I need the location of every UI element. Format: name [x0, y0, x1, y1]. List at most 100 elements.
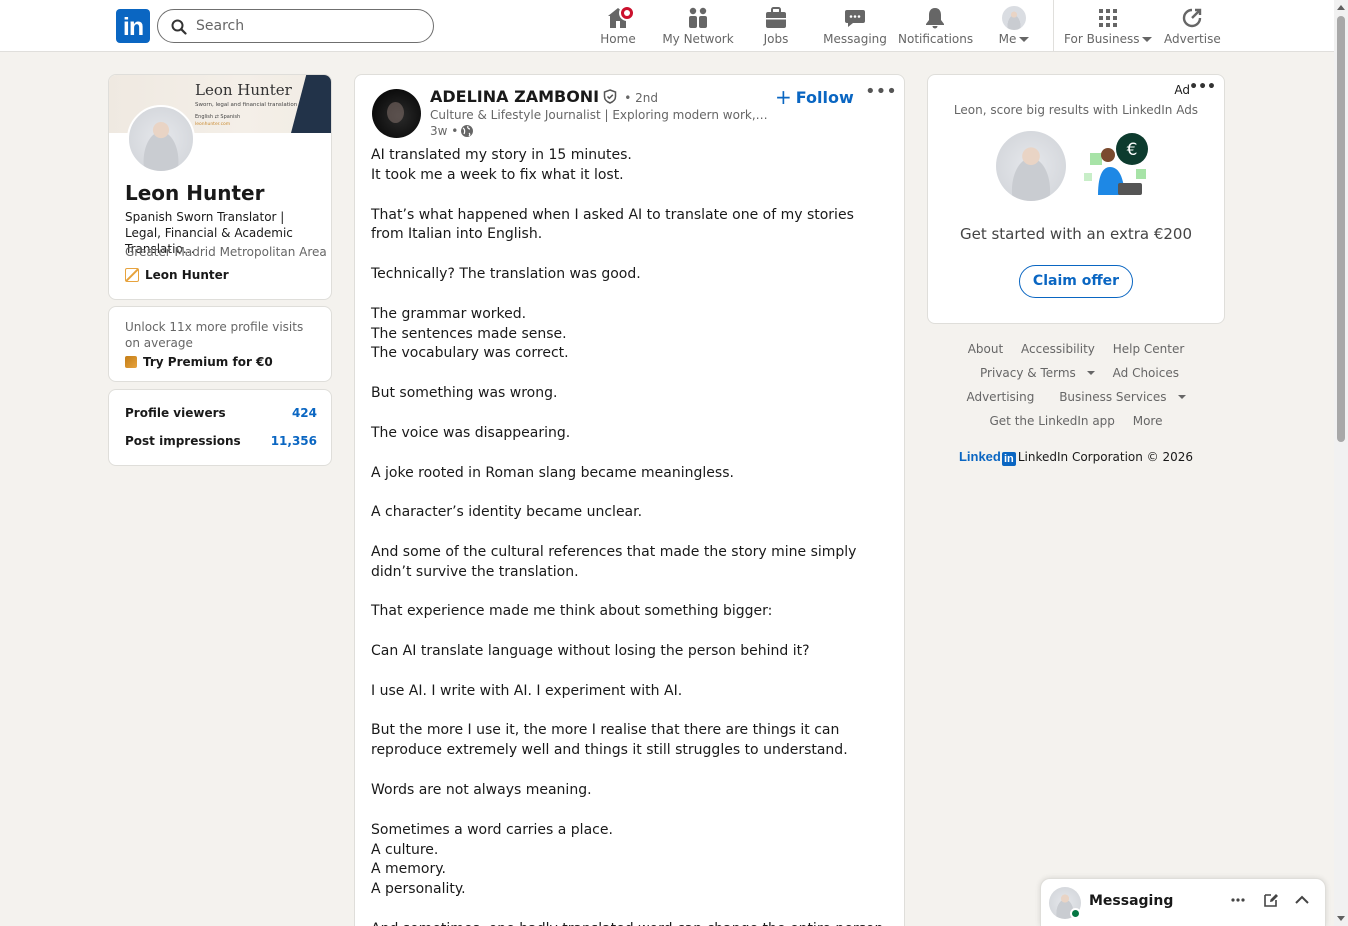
- me-avatar: [1002, 6, 1026, 30]
- advertise-icon: [1182, 8, 1202, 28]
- follow-button[interactable]: + Follow: [775, 85, 854, 109]
- nav-notifications[interactable]: Notifications: [898, 4, 973, 48]
- compose-message-button[interactable]: [1260, 892, 1282, 914]
- post-text-line: The sentences made sense.: [371, 325, 567, 342]
- claim-offer-button[interactable]: Claim offer: [1019, 265, 1133, 298]
- stat-profile-viewers[interactable]: Profile viewers 424: [125, 406, 317, 420]
- nav-home[interactable]: Home: [598, 4, 638, 48]
- footer-business-label: Business Services: [1059, 390, 1167, 404]
- profile-avatar[interactable]: [127, 105, 195, 173]
- profile-website-link[interactable]: Leon Hunter: [125, 268, 229, 282]
- footer-business-services[interactable]: Business Services: [1052, 390, 1186, 404]
- chevron-down-icon: [1142, 37, 1153, 42]
- stat-post-impressions[interactable]: Post impressions 11,356: [125, 434, 317, 448]
- author-name[interactable]: ADELINA ZAMBONI: [430, 87, 599, 106]
- post-text-line: I use AI. I write with AI. I experiment …: [371, 682, 683, 699]
- footer-more[interactable]: More: [1133, 414, 1163, 428]
- bell-icon: [926, 8, 944, 29]
- profile-name[interactable]: Leon Hunter: [125, 181, 264, 205]
- nav-messaging[interactable]: Messaging: [822, 4, 888, 48]
- scroll-down-arrow[interactable]: [1337, 916, 1345, 921]
- chevron-down-icon: [1019, 37, 1030, 42]
- search-bar[interactable]: [157, 9, 434, 43]
- search-icon: [171, 19, 187, 35]
- ad-card: Ad ••• Leon, score big results with Link…: [927, 74, 1225, 324]
- network-icon: [689, 7, 707, 28]
- scroll-thumb[interactable]: [1337, 16, 1345, 442]
- messaging-overlay[interactable]: Messaging: [1040, 878, 1326, 926]
- scroll-up-arrow[interactable]: [1337, 5, 1345, 10]
- copyright-text: LinkedIn Corporation © 2026: [1017, 450, 1194, 464]
- nav-me[interactable]: Me: [994, 4, 1034, 48]
- nav-for-business-label: For Business: [1064, 32, 1140, 46]
- post-text-line: Words are not always meaning.: [371, 782, 592, 798]
- euro-icon: €: [1127, 140, 1138, 160]
- footer-get-app[interactable]: Get the LinkedIn app: [990, 414, 1115, 428]
- nav-my-network-label: My Network: [662, 32, 734, 46]
- nav-home-label: Home: [600, 32, 636, 46]
- post-text-line: A personality.: [371, 881, 466, 898]
- chevron-down-icon: [1177, 395, 1186, 399]
- messaging-more-button[interactable]: [1227, 892, 1249, 914]
- post-text-line: Technically? The translation was good.: [371, 266, 641, 283]
- wordmark-linked: Linked: [958, 449, 1001, 464]
- verified-icon: [603, 89, 617, 104]
- post-text-line: It took me a week to fix what it lost.: [371, 166, 624, 183]
- global-nav: in Home My Network Jobs Messaging Notifi…: [0, 0, 1334, 52]
- ad-label: Ad: [1174, 83, 1190, 97]
- post-text-line: A memory.: [371, 861, 446, 878]
- post-body: AI translated my story in 15 minutes. It …: [371, 146, 889, 926]
- collapse-messaging-button[interactable]: [1291, 892, 1313, 914]
- post-text-line: A character’s identity became unclear.: [371, 504, 643, 521]
- footer-help-center[interactable]: Help Center: [1113, 342, 1185, 356]
- post-text-line: And some of the cultural references that…: [371, 543, 857, 580]
- page-scrollbar[interactable]: [1334, 0, 1348, 926]
- profile-link-label: Leon Hunter: [145, 268, 229, 282]
- compose-icon: [1264, 894, 1278, 907]
- nav-jobs[interactable]: Jobs: [756, 4, 796, 48]
- premium-cta-label: Try Premium for €0: [143, 355, 273, 369]
- post-text-line: The vocabulary was correct.: [371, 345, 569, 362]
- messaging-title[interactable]: Messaging: [1089, 893, 1173, 909]
- nav-for-business[interactable]: For Business: [1064, 4, 1153, 48]
- footer-accessibility[interactable]: Accessibility: [1021, 342, 1095, 356]
- ad-text: Leon, score big results with LinkedIn Ad…: [953, 103, 1199, 117]
- premium-cta[interactable]: Try Premium for €0: [125, 355, 273, 369]
- post-text-line: The grammar worked.: [371, 305, 527, 322]
- nav-divider: [1053, 0, 1054, 51]
- briefcase-icon: [766, 7, 786, 28]
- linkedin-wordmark: Linked in: [958, 449, 1018, 466]
- nav-my-network[interactable]: My Network: [660, 4, 736, 48]
- nav-advertise[interactable]: Advertise: [1164, 4, 1221, 48]
- ad-illustration: €: [1084, 133, 1148, 195]
- post-text-line: Sometimes a word carries a place.: [371, 821, 613, 838]
- footer-ad-choices[interactable]: Ad Choices: [1113, 366, 1179, 380]
- linkedin-logo[interactable]: in: [116, 9, 150, 43]
- ad-more-menu[interactable]: •••: [1189, 79, 1216, 95]
- online-status-dot: [1070, 908, 1081, 919]
- post-text-line: The voice was disappearing.: [371, 424, 571, 441]
- banner-url: leonhunter.com: [195, 122, 231, 127]
- search-input[interactable]: [196, 16, 416, 36]
- post-more-menu[interactable]: •••: [865, 83, 897, 107]
- author-avatar[interactable]: [372, 89, 421, 138]
- premium-card[interactable]: Unlock 11x more profile visits on averag…: [108, 306, 332, 382]
- chevron-up-icon: [1295, 895, 1309, 904]
- wordmark-in: in: [1001, 452, 1016, 466]
- post-text-line: That experience made me think about some…: [371, 603, 773, 620]
- grid-icon: [1099, 9, 1117, 27]
- profile-location: Greater Madrid Metropolitan Area: [125, 245, 327, 259]
- footer-about[interactable]: About: [968, 342, 1003, 356]
- footer-privacy-terms[interactable]: Privacy & Terms: [973, 366, 1095, 380]
- footer-advertising[interactable]: Advertising: [966, 390, 1034, 404]
- post-text-line: But the more I use it, the more I realis…: [371, 722, 848, 759]
- nav-me-label: Me: [998, 32, 1017, 46]
